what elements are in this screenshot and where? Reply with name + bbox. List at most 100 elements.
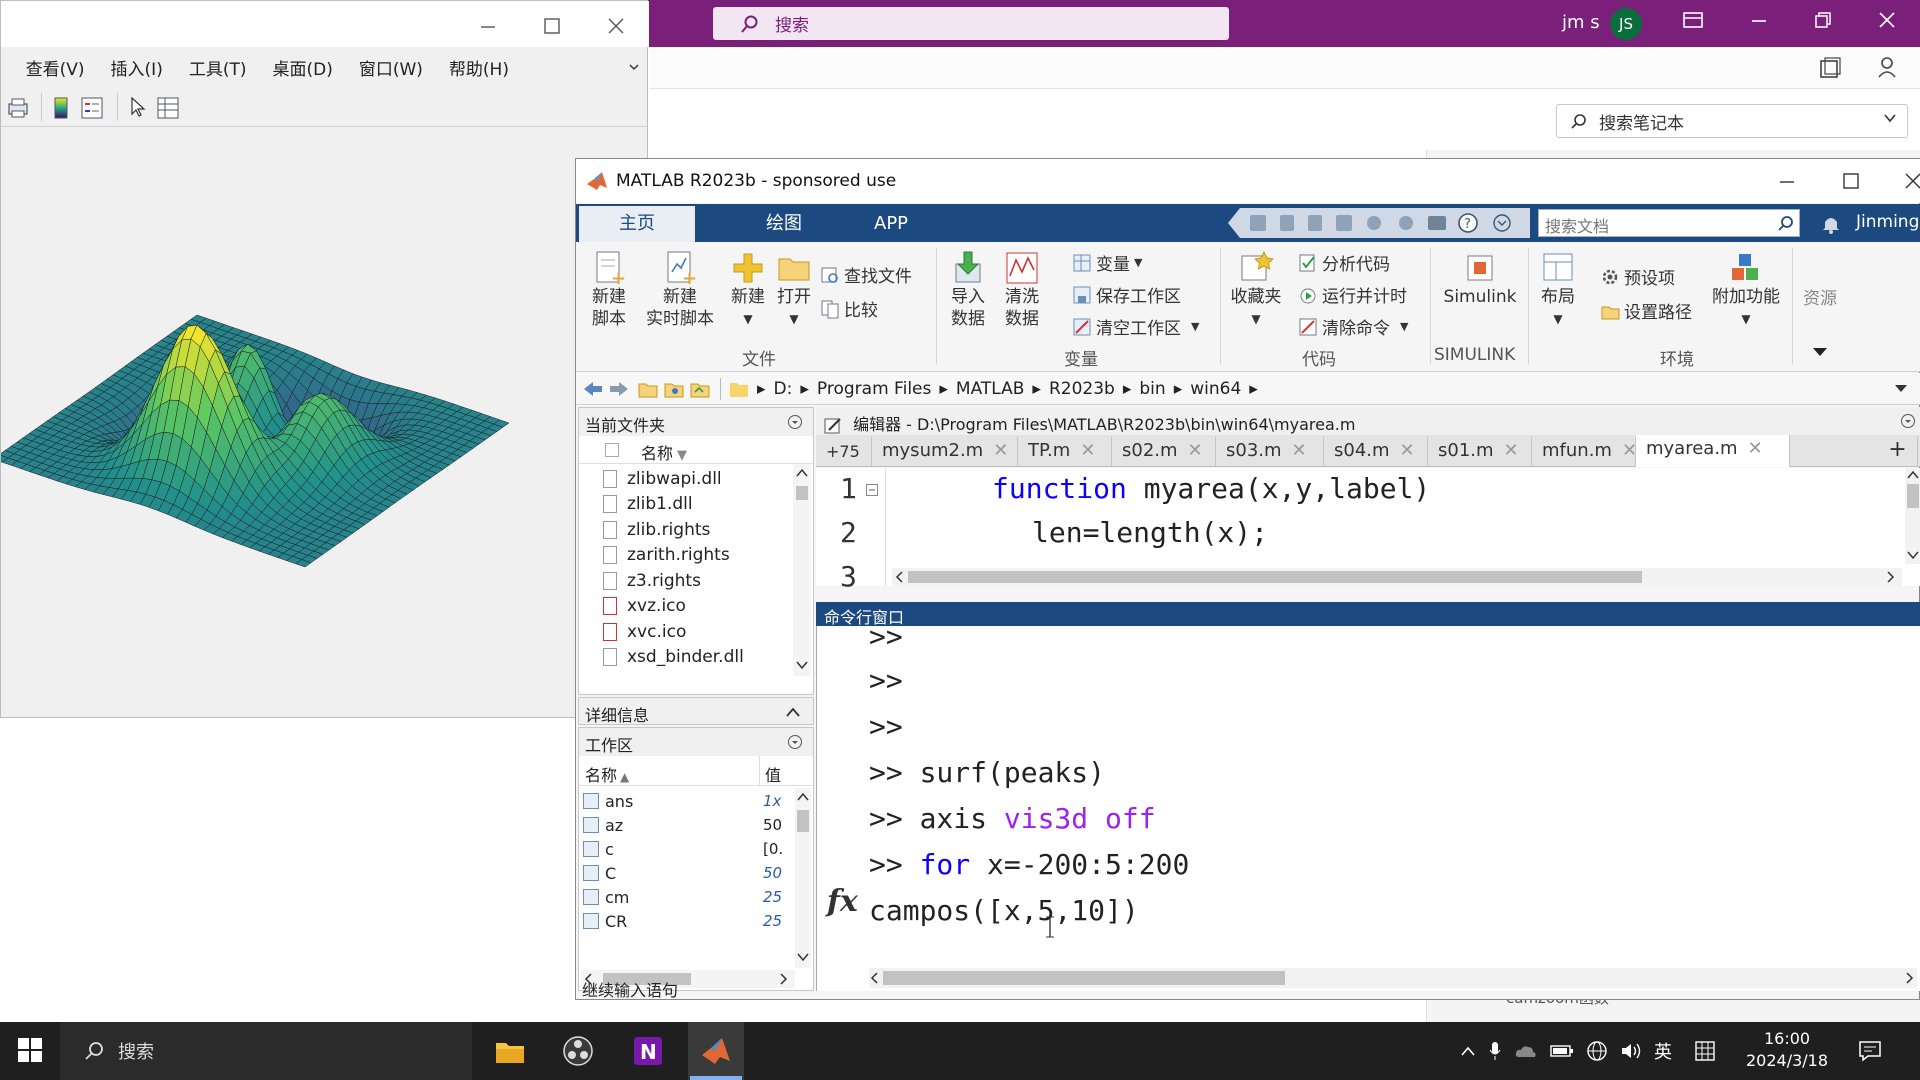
command-window[interactable]: >> >> >> >> surf(peaks) >> axis vis3d of… — [816, 620, 1920, 991]
new-tab-button[interactable]: + — [1878, 437, 1918, 467]
immersive-reader-icon[interactable] — [1818, 57, 1842, 81]
onenote-app-icon[interactable]: N — [620, 1022, 676, 1080]
cloud-icon[interactable] — [1514, 1042, 1538, 1060]
simulink-button[interactable]: Simulink — [1438, 250, 1522, 308]
pointer-icon[interactable] — [129, 96, 147, 118]
workspace-variable-row[interactable]: ans 1x — [579, 790, 797, 814]
close-icon[interactable] — [607, 17, 625, 35]
back-icon[interactable] — [582, 380, 604, 398]
code-fold-icon[interactable] — [866, 484, 878, 496]
chevron-up-icon[interactable] — [1460, 1045, 1476, 1057]
file-list-item[interactable]: xvc.ico — [603, 619, 686, 644]
menu-window[interactable]: 窗口(W) — [359, 55, 423, 80]
ime-indicator[interactable]: 英 — [1654, 1038, 1672, 1064]
cmd-current-input[interactable]: campos([x,5,10]) — [869, 894, 1139, 927]
share-icon[interactable] — [1876, 55, 1902, 81]
analyze-code-button[interactable]: 分析代码 — [1298, 250, 1390, 275]
crumb-bin[interactable]: bin — [1139, 379, 1165, 399]
chevron-up-icon[interactable] — [785, 706, 801, 718]
menu-overflow-icon[interactable] — [629, 61, 639, 71]
legend-icon[interactable] — [81, 97, 103, 119]
function-browser-icon[interactable]: fx — [827, 884, 858, 919]
vertical-scrollbar[interactable] — [793, 464, 811, 676]
close-icon[interactable] — [1872, 10, 1902, 30]
close-tab-icon[interactable]: ✕ — [993, 440, 1008, 461]
volume-icon[interactable] — [1620, 1041, 1642, 1061]
search-icon[interactable] — [1778, 215, 1794, 231]
file-list-item[interactable]: zlib.rights — [603, 517, 710, 542]
minimize-icon[interactable] — [1744, 10, 1774, 30]
notebook-search-box[interactable]: 搜索笔记本 — [1556, 104, 1908, 138]
editor-tab[interactable]: s01.m ✕ — [1428, 437, 1532, 467]
colorbar-icon[interactable] — [53, 97, 69, 119]
run-and-time-button[interactable]: 运行并计时 — [1298, 282, 1407, 307]
browse-folder-icon[interactable] — [664, 380, 684, 398]
editor-tab[interactable]: myarea.m ✕ — [1636, 435, 1790, 467]
vertical-scrollbar[interactable] — [1905, 468, 1920, 564]
save-workspace-button[interactable]: 保存工作区 — [1072, 282, 1181, 307]
network-icon[interactable] — [1586, 1040, 1608, 1062]
close-icon[interactable] — [1904, 172, 1920, 190]
editor-tab[interactable]: mfun.m ✕ — [1532, 437, 1637, 467]
file-list-item[interactable]: xsd_binder.dll — [603, 645, 744, 670]
set-path-button[interactable]: 设置路径 — [1600, 298, 1692, 323]
clear-workspace-button[interactable]: 清空工作区 ▼ — [1072, 314, 1199, 339]
chevron-down-icon[interactable] — [1894, 383, 1908, 393]
file-list-item[interactable]: zlib1.dll — [603, 492, 693, 517]
minimize-icon[interactable] — [479, 17, 497, 35]
variable-button[interactable]: 变量 ▼ — [1072, 250, 1142, 275]
close-tab-icon[interactable]: ✕ — [1400, 440, 1415, 461]
tab-home[interactable]: 主页 — [579, 206, 695, 242]
avatar[interactable]: JS — [1610, 8, 1642, 40]
crumb-drive[interactable]: D: — [774, 379, 793, 399]
clear-commands-button[interactable]: 清除命令 ▼ — [1298, 314, 1408, 339]
workspace-variable-row[interactable]: az 50 — [579, 814, 797, 838]
vertical-scrollbar[interactable] — [795, 788, 811, 968]
menu-insert[interactable]: 插入(I) — [111, 55, 163, 80]
close-tab-icon[interactable]: ✕ — [1292, 440, 1307, 461]
menu-desktop[interactable]: 桌面(D) — [272, 55, 332, 80]
windows-start-icon[interactable] — [16, 1036, 44, 1064]
new-button[interactable]: 新建 ▼ — [726, 250, 770, 330]
tab-plots[interactable]: 绘图 — [726, 206, 842, 242]
matlab-app-icon[interactable] — [688, 1022, 744, 1080]
horizontal-scrollbar[interactable] — [892, 568, 1902, 586]
menu-help[interactable]: 帮助(H) — [449, 55, 509, 80]
new-script-button[interactable]: + 新建 脚本 — [586, 250, 632, 330]
close-tab-icon[interactable]: ✕ — [1748, 438, 1763, 459]
clock[interactable]: 16:00 2024/3/18 — [1746, 1028, 1828, 1072]
new-live-script-button[interactable]: + 新建 实时脚本 — [638, 250, 722, 330]
menu-tools[interactable]: 工具(T) — [189, 55, 247, 80]
editor-tab[interactable]: mysum2.m ✕ — [872, 437, 1018, 467]
restore-icon[interactable] — [1808, 10, 1838, 30]
editor-tab[interactable]: TP.m ✕ — [1018, 437, 1112, 467]
tab-overflow[interactable]: +75 — [816, 437, 872, 467]
collapse-ribbon-icon[interactable] — [1812, 346, 1828, 358]
ribbon-display-icon[interactable] — [1678, 10, 1708, 30]
maximize-icon[interactable] — [1842, 172, 1860, 190]
chevron-down-icon[interactable] — [1883, 111, 1897, 125]
doc-search-input[interactable]: 搜索文档 — [1538, 209, 1800, 237]
ime-mode-icon[interactable] — [1694, 1040, 1716, 1062]
up-folder-icon[interactable] — [638, 380, 658, 398]
print-icon[interactable] — [7, 97, 29, 119]
close-tab-icon[interactable]: ✕ — [1080, 440, 1095, 461]
taskbar-search[interactable]: 搜索 — [60, 1022, 472, 1080]
crumb-program-files[interactable]: Program Files — [817, 379, 931, 399]
workspace-variable-row[interactable]: CR 25 — [579, 910, 797, 934]
file-list-item[interactable]: zlibwapi.dll — [603, 466, 722, 491]
microphone-icon[interactable] — [1488, 1040, 1502, 1062]
crumb-matlab[interactable]: MATLAB — [956, 379, 1025, 399]
notification-icon[interactable] — [1858, 1040, 1882, 1062]
account-name[interactable]: Jinming — [1856, 212, 1919, 232]
column-header-name[interactable]: 名称 ▼ — [579, 436, 813, 464]
workspace-variable-row[interactable]: c [0. — [579, 838, 797, 862]
minimize-icon[interactable] — [1778, 172, 1796, 190]
panel-menu-icon[interactable] — [787, 414, 803, 430]
property-inspector-icon[interactable] — [157, 97, 179, 119]
addons-button[interactable]: 附加功能 ▼ — [1710, 250, 1782, 330]
clean-data-button[interactable]: 清洗 数据 — [1000, 250, 1044, 330]
crumb-win64[interactable]: win64 — [1190, 379, 1241, 399]
obs-icon[interactable] — [550, 1022, 606, 1080]
editor-tab[interactable]: s04.m ✕ — [1324, 437, 1428, 467]
